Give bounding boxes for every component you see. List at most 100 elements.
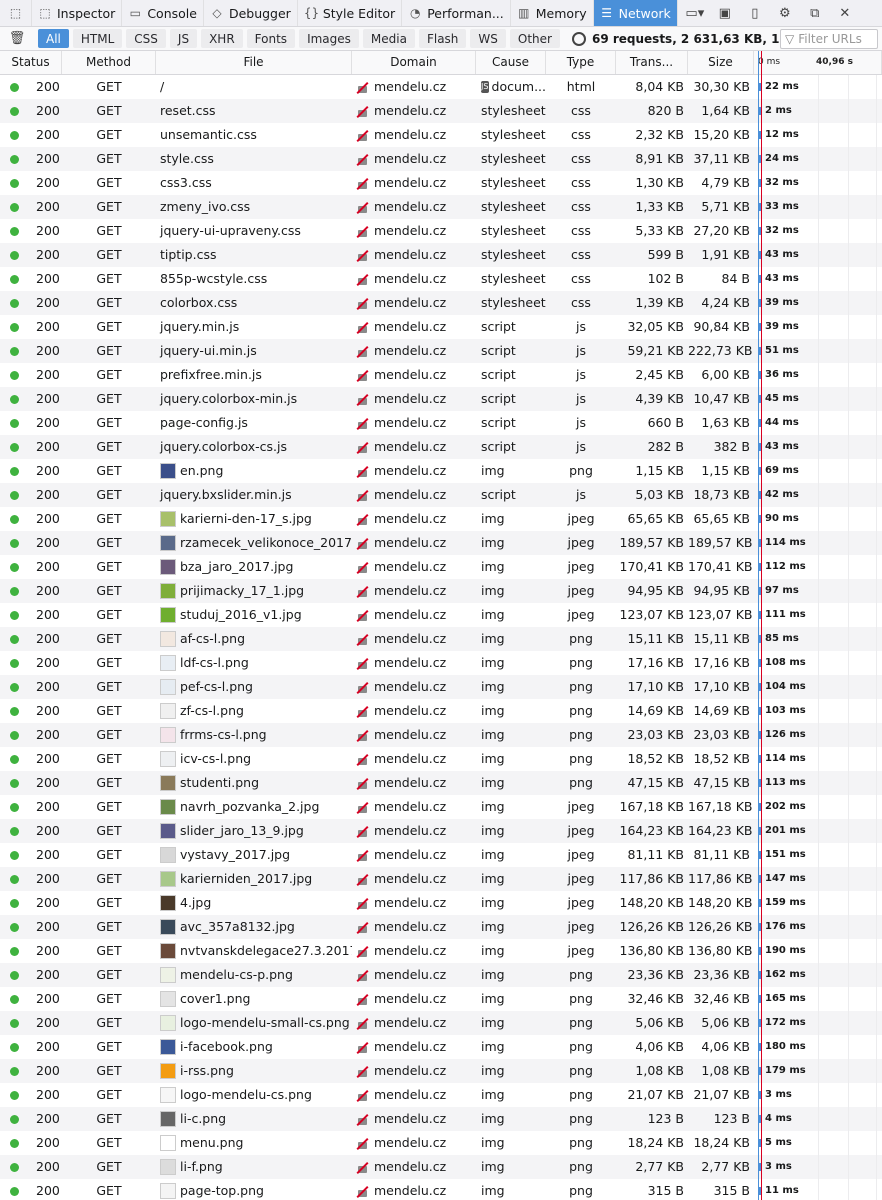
type-cell: png (569, 1159, 593, 1174)
tab-memory[interactable]: ▥ Memory (511, 0, 594, 26)
filter-flash[interactable]: Flash (418, 29, 467, 48)
request-row[interactable]: 200 GET zf-cs-l.png mendelu.cz img png 14,69 K… (0, 699, 882, 723)
filter-all[interactable]: All (38, 29, 69, 48)
settings-button[interactable]: ⚙ (770, 0, 800, 26)
request-row[interactable]: 200 GET colorbox.css mendelu.cz stylesheet cs… (0, 291, 882, 315)
column-type[interactable]: Type (546, 51, 616, 74)
status-code: 200 (36, 367, 60, 382)
request-row[interactable]: 200 GET avc_357a8132.jpg mendelu.cz img jpeg 1… (0, 915, 882, 939)
request-row[interactable]: 200 GET 855p-wcstyle.css mendelu.cz styleshe… (0, 267, 882, 291)
request-row[interactable]: 200 GET 4.jpg mendelu.cz img jpeg 148,20 KB 148… (0, 891, 882, 915)
request-row[interactable]: 200 GET frrms-cs-l.png mendelu.cz img png 23,0… (0, 723, 882, 747)
filter-fonts[interactable]: Fonts (246, 29, 296, 48)
request-row[interactable]: 200 GET ldf-cs-l.png mendelu.cz img png 17,16 … (0, 651, 882, 675)
responsive-mode-button[interactable]: ▣ (710, 0, 740, 26)
column-domain[interactable]: Domain (352, 51, 476, 74)
request-row[interactable]: 200 GET jquery.bxslider.min.js mendelu.cz sc… (0, 483, 882, 507)
request-row[interactable]: 200 GET jquery.colorbox-min.js mendelu.cz sc… (0, 387, 882, 411)
request-row[interactable]: 200 GET jquery.min.js mendelu.cz script js 32,… (0, 315, 882, 339)
filter-css[interactable]: CSS (126, 29, 166, 48)
request-row[interactable]: 200 GET li-f.png mendelu.cz img png 2,77 KB 2,7… (0, 1155, 882, 1179)
filter-ws[interactable]: WS (470, 29, 506, 48)
column-waterfall[interactable]: 0 ms 40,96 s (754, 51, 882, 74)
cause-text: script (481, 415, 516, 430)
tab-inspector[interactable]: ⬚ Inspector (32, 0, 123, 26)
tab-performan[interactable]: ◔ Performan... (402, 0, 511, 26)
request-row[interactable]: 200 GET slider_jaro_13_9.jpg mendelu.cz img j… (0, 819, 882, 843)
request-row[interactable]: 200 GET karierniden_2017.jpg mendelu.cz img j… (0, 867, 882, 891)
frames-menu-button[interactable]: ▭▾ (680, 0, 710, 26)
request-row[interactable]: 200 GET pef-cs-l.png mendelu.cz img png 17,10 … (0, 675, 882, 699)
column-file[interactable]: File (156, 51, 352, 74)
filter-images[interactable]: Images (299, 29, 359, 48)
filter-html[interactable]: HTML (72, 29, 123, 48)
request-row[interactable]: 200 GET jquery.colorbox-cs.js mendelu.cz scr… (0, 435, 882, 459)
domain-name: mendelu.cz (374, 703, 447, 718)
js-stack-icon[interactable]: JS (481, 81, 489, 93)
column-size[interactable]: Size (688, 51, 754, 74)
request-row[interactable]: 200 GET page-top.png mendelu.cz img png 315 B 3… (0, 1179, 882, 1200)
file-name: unsemantic.css (160, 127, 257, 142)
close-button[interactable]: ✕ (830, 0, 860, 26)
filter-js[interactable]: JS (169, 29, 198, 48)
column-transferred[interactable]: Trans... (616, 51, 688, 74)
request-row[interactable]: 200 GET page-config.js mendelu.cz script js 66… (0, 411, 882, 435)
file-name: studuj_2016_v1.jpg (180, 607, 302, 622)
request-row[interactable]: 200 GET i-rss.png mendelu.cz img png 1,08 KB 1,… (0, 1059, 882, 1083)
size-cell: 189,57 KB (688, 535, 753, 550)
request-row[interactable]: 200 GET icv-cs-l.png mendelu.cz img png 18,52 … (0, 747, 882, 771)
request-row[interactable]: 200 GET bza_jaro_2017.jpg mendelu.cz img jpeg… (0, 555, 882, 579)
dock-button[interactable]: ⧉ (800, 0, 830, 26)
element-picker-button[interactable]: ⬚ (0, 0, 32, 26)
request-row[interactable]: 200 GET jquery-ui-upraveny.css mendelu.cz st… (0, 219, 882, 243)
request-row[interactable]: 200 GET prijimacky_17_1.jpg mendelu.cz img jp… (0, 579, 882, 603)
performance-gauge-icon[interactable] (571, 31, 586, 46)
file-name: jquery-ui.min.js (160, 343, 257, 358)
filter-urls-input[interactable]: ▽ Filter URLs (780, 29, 878, 49)
filter-other[interactable]: Other (509, 29, 560, 48)
request-row[interactable]: 200 GET jquery-ui.min.js mendelu.cz script js… (0, 339, 882, 363)
clear-button[interactable]: 🗑 (0, 31, 34, 46)
column-status[interactable]: Status (0, 51, 62, 74)
tab-console[interactable]: ▭ Console (122, 0, 204, 26)
timing-label: 202 ms (765, 801, 806, 812)
split-console-button[interactable]: ▯ (740, 0, 770, 26)
insecure-lock-icon (356, 945, 369, 958)
request-row[interactable]: 200 GET cover1.png mendelu.cz img png 32,46 KB… (0, 987, 882, 1011)
request-row[interactable]: 200 GET af-cs-l.png mendelu.cz img png 15,11 K… (0, 627, 882, 651)
cause-cell: img (476, 579, 546, 603)
request-row[interactable]: 200 GET mendelu-cs-p.png mendelu.cz img png 23… (0, 963, 882, 987)
tab-debugger[interactable]: ◇ Debugger (204, 0, 298, 26)
request-row[interactable]: 200 GET logo-mendelu-cs.png mendelu.cz img pn… (0, 1083, 882, 1107)
column-method[interactable]: Method (62, 51, 156, 74)
request-row[interactable]: 200 GET style.css mendelu.cz stylesheet css 8,… (0, 147, 882, 171)
tab-network[interactable]: ☰ Network (593, 0, 678, 26)
tab-style-editor[interactable]: {} Style Editor (298, 0, 403, 26)
request-row[interactable]: 200 GET css3.css mendelu.cz stylesheet css 1,3… (0, 171, 882, 195)
request-row[interactable]: 200 GET vystavy_2017.jpg mendelu.cz img jpeg 8… (0, 843, 882, 867)
request-row[interactable]: 200 GET en.png mendelu.cz img png 1,15 KB 1,15 … (0, 459, 882, 483)
column-cause[interactable]: Cause (476, 51, 546, 74)
request-row[interactable]: 200 GET prefixfree.min.js mendelu.cz script j… (0, 363, 882, 387)
request-row[interactable]: 200 GET / mendelu.cz JS docum... html 8,04 KB 30… (0, 75, 882, 99)
request-row[interactable]: 200 GET navrh_pozvanka_2.jpg mendelu.cz img j… (0, 795, 882, 819)
request-row[interactable]: 200 GET karierni-den-17_s.jpg mendelu.cz img… (0, 507, 882, 531)
request-row[interactable]: 200 GET menu.png mendelu.cz img png 18,24 KB 18… (0, 1131, 882, 1155)
request-row[interactable]: 200 GET li-c.png mendelu.cz img png 123 B 123 B… (0, 1107, 882, 1131)
filter-media[interactable]: Media (362, 29, 415, 48)
request-row[interactable]: 200 GET reset.css mendelu.cz stylesheet css 82… (0, 99, 882, 123)
request-row[interactable]: 200 GET zmeny_ivo.css mendelu.cz stylesheet c… (0, 195, 882, 219)
request-row[interactable]: 200 GET i-facebook.png mendelu.cz img png 4,06… (0, 1035, 882, 1059)
request-row[interactable]: 200 GET rzamecek_velikonoce_2017.... mendel… (0, 531, 882, 555)
method-cell: GET (96, 799, 122, 814)
request-row[interactable]: 200 GET studenti.png mendelu.cz img png 47,15 … (0, 771, 882, 795)
type-cell: png (569, 1111, 593, 1126)
request-row[interactable]: 200 GET tiptip.css mendelu.cz stylesheet css 5… (0, 243, 882, 267)
status-cell: 200 (0, 411, 62, 435)
request-row[interactable]: 200 GET studuj_2016_v1.jpg mendelu.cz img jpe… (0, 603, 882, 627)
type-cell: png (569, 1087, 593, 1102)
request-row[interactable]: 200 GET nvtvanskdelegace27.3.2017.... mende… (0, 939, 882, 963)
filter-xhr[interactable]: XHR (201, 29, 243, 48)
request-row[interactable]: 200 GET unsemantic.css mendelu.cz stylesheet… (0, 123, 882, 147)
request-row[interactable]: 200 GET logo-mendelu-small-cs.png mendelu.c… (0, 1011, 882, 1035)
